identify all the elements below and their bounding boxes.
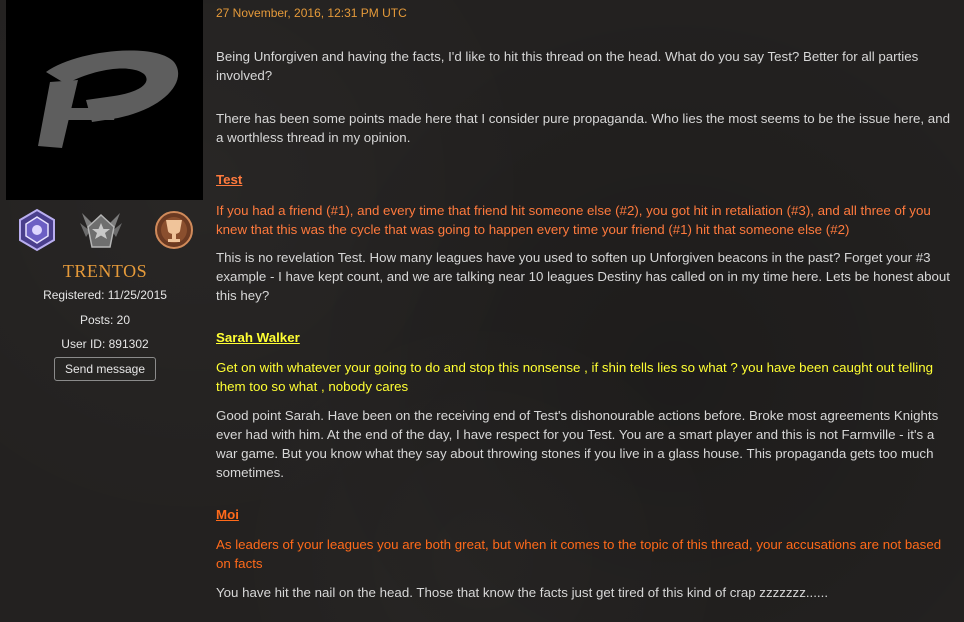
reply-text: This is no revelation Test. How many lea…: [216, 250, 950, 303]
send-message-button[interactable]: Send message: [54, 357, 156, 381]
username: TRENTOS: [62, 261, 148, 281]
quote-text: Get on with whatever your going to do an…: [216, 360, 933, 394]
badge-row: [14, 207, 199, 253]
quote-author-link[interactable]: Sarah Walker: [216, 330, 300, 345]
quote-author-link[interactable]: Test: [216, 172, 242, 187]
post-date: 27 November, 2016, 12:31 PM UTC: [216, 6, 407, 20]
user-id: User ID: 891302: [61, 337, 149, 351]
quote-text: As leaders of your leagues you are both …: [216, 537, 942, 571]
reply-text: You have hit the nail on the head. Those…: [216, 585, 829, 600]
post-paragraph: Being Unforgiven and having the facts, I…: [216, 49, 919, 83]
purple-rank-badge-icon: [19, 208, 55, 252]
reply-text: Good point Sarah. Have been on the recei…: [216, 408, 939, 480]
quote-text: If you had a friend (#1), and every time…: [216, 203, 931, 237]
silver-star-rank-badge-icon: [80, 213, 122, 248]
bronze-trophy-badge-icon: [155, 211, 193, 249]
user-profile-sidebar: TRENTOS Registered: 11/25/2015 Posts: 20…: [0, 0, 210, 622]
quote-author-link[interactable]: Moi: [216, 507, 239, 522]
post-count: Posts: 20: [79, 313, 131, 327]
registered-date: Registered: 11/25/2015: [43, 288, 167, 302]
avatar[interactable]: [6, 0, 203, 200]
post-paragraph: There has been some points made here tha…: [216, 111, 950, 145]
